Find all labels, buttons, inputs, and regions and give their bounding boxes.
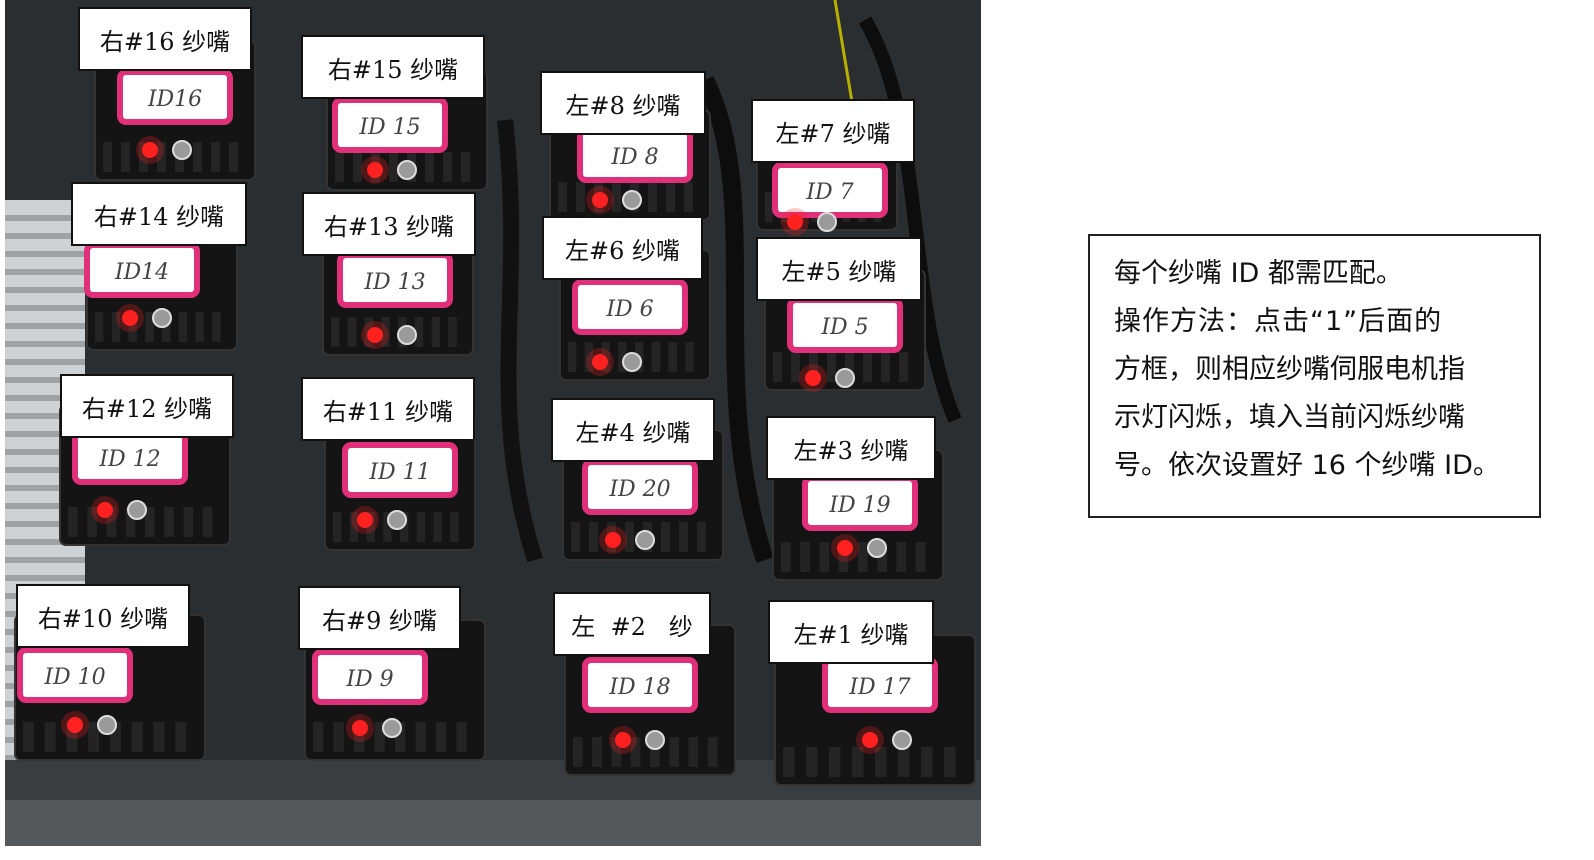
label-right-12: 右#12 纱嘴 (60, 374, 234, 438)
instruction-line-3: 方框，则相应纱嘴伺服电机指 (1114, 354, 1465, 385)
handwritten-tag-l2: ID 18 (608, 675, 670, 700)
label-left-5: 左#5 纱嘴 (756, 237, 922, 301)
label-left-2: 左 #2 纱 (553, 592, 711, 656)
handwritten-tag-l7: ID 7 (805, 180, 853, 205)
label-right-14: 右#14 纱嘴 (71, 182, 247, 246)
label-right-13: 右#13 纱嘴 (302, 192, 476, 256)
instruction-box: 每个纱嘴 ID 都需匹配。 操作方法：点击“1”后面的 方框，则相应纱嘴伺服电机… (1088, 234, 1541, 518)
handwritten-tag-r10: ID 10 (43, 665, 105, 690)
handwritten-tag-l5: ID 5 (820, 315, 868, 340)
instruction-line-1: 每个纱嘴 ID 都需匹配。 (1114, 258, 1403, 289)
handwritten-tag-r12: ID 12 (98, 447, 160, 472)
instruction-line-4: 示灯闪烁，填入当前闪烁纱嘴 (1114, 402, 1465, 433)
label-left-4: 左#4 纱嘴 (551, 398, 715, 462)
label-left-7: 左#7 纱嘴 (751, 99, 915, 163)
label-right-9: 右#9 纱嘴 (298, 586, 461, 650)
handwritten-tag-r13: ID 13 (363, 270, 425, 295)
handwritten-tag-r14: ID14 (114, 260, 169, 285)
handwritten-tag-l8: ID 8 (610, 145, 658, 170)
handwritten-tag-l4: ID 20 (608, 477, 670, 502)
servo-motor-photo: ID16 ID 15 ID 8 ID 7 ID14 ID 13 ID 6 ID 5 ID 12 I… (5, 0, 981, 846)
label-left-3: 左#3 纱嘴 (766, 416, 936, 480)
handwritten-tag-l1: ID 17 (848, 675, 910, 700)
handwritten-tag-r11: ID 11 (368, 460, 430, 485)
instruction-line-5: 号。依次设置好 16 个纱嘴 ID。 (1114, 450, 1500, 481)
label-left-6: 左#6 纱嘴 (542, 216, 703, 280)
label-right-15: 右#15 纱嘴 (301, 35, 485, 99)
handwritten-tag-l6: ID 6 (605, 297, 653, 322)
handwritten-tag-r15: ID 15 (358, 115, 420, 140)
handwritten-tag-r9: ID 9 (345, 667, 393, 692)
label-right-16: 右#16 纱嘴 (78, 7, 252, 71)
handwritten-tag-r16: ID16 (147, 87, 202, 112)
handwritten-tag-l3: ID 19 (828, 493, 890, 518)
label-right-11: 右#11 纱嘴 (301, 377, 475, 441)
label-right-10: 右#10 纱嘴 (16, 584, 190, 648)
label-left-8: 左#8 纱嘴 (540, 71, 706, 135)
label-left-1: 左#1 纱嘴 (768, 600, 934, 664)
instruction-line-2: 操作方法：点击“1”后面的 (1114, 306, 1443, 337)
